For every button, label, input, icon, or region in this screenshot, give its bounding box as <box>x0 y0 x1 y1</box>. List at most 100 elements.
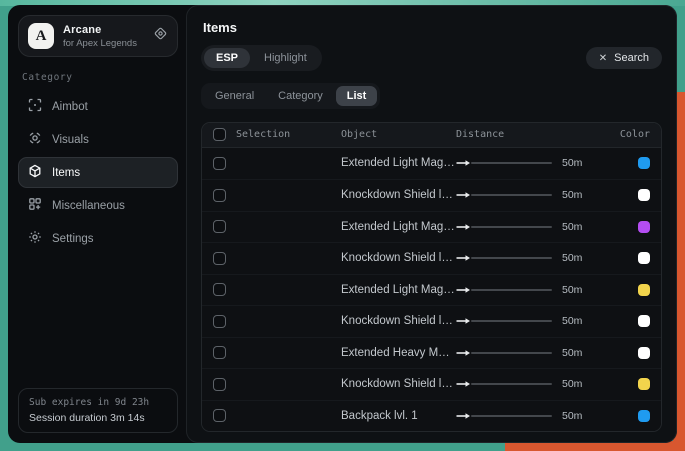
row-checkbox[interactable] <box>213 220 226 233</box>
column-header-color: Color <box>614 129 650 140</box>
tab-highlight[interactable]: Highlight <box>252 48 319 68</box>
row-checkbox[interactable] <box>213 378 226 391</box>
distance-slider[interactable] <box>456 191 552 199</box>
object-name: Extended Light Mag Level 3 <box>341 221 456 233</box>
column-header-distance: Distance <box>456 129 614 140</box>
desktop-background: A Arcane for Apex Legends Category <box>0 0 685 451</box>
distance-slider[interactable] <box>456 412 552 420</box>
slider-track <box>471 194 552 196</box>
distance-value: 50m <box>562 378 582 390</box>
slider-thumb-arrow-icon <box>456 349 471 357</box>
column-header-object: Object <box>341 129 456 140</box>
color-swatch[interactable] <box>638 221 650 233</box>
color-swatch[interactable] <box>638 252 650 264</box>
slider-track <box>471 289 552 291</box>
app-logo: A <box>28 23 54 49</box>
tab-esp[interactable]: ESP <box>204 48 250 68</box>
distance-slider[interactable] <box>456 286 552 294</box>
main-panel: Items ESP Highlight ✕ Search General Cat… <box>186 5 677 443</box>
slider-track <box>471 383 552 385</box>
row-checkbox[interactable] <box>213 252 226 265</box>
tab-list[interactable]: List <box>336 86 378 106</box>
sidebar: A Arcane for Apex Legends Category <box>8 5 186 443</box>
view-tab-group: General Category List <box>201 83 380 109</box>
items-table: Selection Object Distance Color Extended… <box>201 122 662 432</box>
sidebar-item-miscellaneous[interactable]: Miscellaneous <box>18 190 178 221</box>
distance-slider[interactable] <box>456 254 552 262</box>
distance-slider[interactable] <box>456 380 552 388</box>
object-name: Extended Light Mag Level 2 <box>341 157 456 169</box>
row-checkbox[interactable] <box>213 409 226 422</box>
app-name: Arcane <box>63 24 144 36</box>
color-swatch[interactable] <box>638 315 650 327</box>
slider-track <box>471 352 552 354</box>
slider-thumb-arrow-icon <box>456 286 471 294</box>
slider-thumb-arrow-icon <box>456 159 471 167</box>
subscription-info-card: Sub expires in 9d 23h Session duration 3… <box>18 388 178 433</box>
tab-category[interactable]: Category <box>267 86 334 106</box>
table-row: Knockdown Shield lvl. 2 50m <box>202 242 661 274</box>
column-header-selection: Selection <box>236 129 290 140</box>
distance-slider[interactable] <box>456 317 552 325</box>
slider-thumb-arrow-icon <box>456 223 471 231</box>
distance-value: 50m <box>562 252 582 264</box>
sidebar-item-items[interactable]: Items <box>18 157 178 188</box>
search-button[interactable]: ✕ Search <box>586 47 662 69</box>
color-swatch[interactable] <box>638 347 650 359</box>
table-row: Extended Light Mag Level 4 50m <box>202 274 661 306</box>
object-name: Extended Heavy Mag Level 1 <box>341 347 456 359</box>
toolbar: ESP Highlight ✕ Search <box>201 45 662 71</box>
table-body: Extended Light Mag Level 2 50m Knockdown… <box>202 148 661 432</box>
row-checkbox[interactable] <box>213 346 226 359</box>
object-name: Knockdown Shield lvl. 3 <box>341 315 456 327</box>
search-button-label: Search <box>614 52 649 64</box>
tab-general[interactable]: General <box>204 86 265 106</box>
row-checkbox[interactable] <box>213 283 226 296</box>
table-header-row: Selection Object Distance Color <box>202 123 661 148</box>
row-checkbox[interactable] <box>213 189 226 202</box>
row-checkbox[interactable] <box>213 157 226 170</box>
distance-value: 50m <box>562 315 582 327</box>
distance-value: 50m <box>562 189 582 201</box>
color-swatch[interactable] <box>638 157 650 169</box>
slider-track <box>471 257 552 259</box>
table-row: Extended Light Mag Level 2 50m <box>202 148 661 180</box>
page-title: Items <box>203 20 660 35</box>
app-subtitle: for Apex Legends <box>63 38 144 49</box>
eye-icon <box>28 131 42 148</box>
object-name: Knockdown Shield lvl. 2 <box>341 252 456 264</box>
sidebar-item-label: Settings <box>52 233 94 245</box>
distance-slider[interactable] <box>456 159 552 167</box>
select-all-checkbox[interactable] <box>213 128 226 141</box>
diamond-icon[interactable] <box>153 26 168 46</box>
slider-track <box>471 320 552 322</box>
color-swatch[interactable] <box>638 378 650 390</box>
distance-slider[interactable] <box>456 349 552 357</box>
close-icon: ✕ <box>599 53 607 64</box>
slider-thumb-arrow-icon <box>456 191 471 199</box>
sidebar-item-settings[interactable]: Settings <box>18 223 178 254</box>
sidebar-item-aimbot[interactable]: Aimbot <box>18 91 178 122</box>
gear-icon <box>28 230 42 247</box>
table-row: Backpack lvl. 1 50m <box>202 400 661 432</box>
distance-value: 50m <box>562 347 582 359</box>
color-swatch[interactable] <box>638 189 650 201</box>
sidebar-item-label: Aimbot <box>52 101 88 113</box>
brand-card: A Arcane for Apex Legends <box>18 15 178 57</box>
slider-thumb-arrow-icon <box>456 380 471 388</box>
slider-track <box>471 415 552 417</box>
row-checkbox[interactable] <box>213 315 226 328</box>
color-swatch[interactable] <box>638 410 650 422</box>
slider-thumb-arrow-icon <box>456 317 471 325</box>
grid-icon <box>28 197 42 214</box>
distance-value: 50m <box>562 157 582 169</box>
distance-value: 50m <box>562 410 582 422</box>
color-swatch[interactable] <box>638 284 650 296</box>
sidebar-item-visuals[interactable]: Visuals <box>18 124 178 155</box>
table-row: Knockdown Shield lvl. 4 50m <box>202 368 661 400</box>
table-row: Knockdown Shield lvl. 3 50m <box>202 305 661 337</box>
slider-thumb-arrow-icon <box>456 412 471 420</box>
distance-slider[interactable] <box>456 223 552 231</box>
distance-value: 50m <box>562 221 582 233</box>
object-name: Extended Light Mag Level 4 <box>341 284 456 296</box>
